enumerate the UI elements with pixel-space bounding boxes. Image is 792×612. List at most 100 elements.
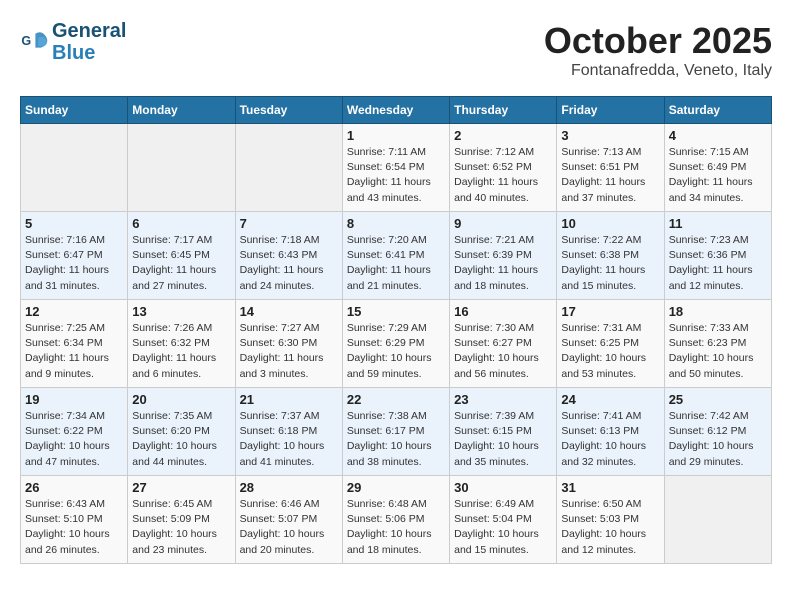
calendar-cell: 7 Sunrise: 7:18 AM Sunset: 6:43 PM Daylig… (235, 212, 342, 300)
calendar-cell: 5Sunrise: 7:16 AM Sunset: 6:47 PM Daylig… (21, 212, 128, 300)
day-info: Sunrise: 7:21 AM Sunset: 6:39 PM Dayligh… (454, 233, 552, 294)
day-info: Sunrise: 7:23 AM Sunset: 6:36 PM Dayligh… (669, 233, 767, 294)
calendar-cell: 13 Sunrise: 7:26 AM Sunset: 6:32 PM Dayli… (128, 300, 235, 388)
calendar-body: 1 Sunrise: 7:11 AM Sunset: 6:54 PM Daylig… (21, 124, 772, 564)
day-number: 14 (240, 304, 338, 319)
calendar-cell: 11 Sunrise: 7:23 AM Sunset: 6:36 PM Dayli… (664, 212, 771, 300)
day-number: 26 (25, 480, 123, 495)
day-number: 6 (132, 216, 230, 231)
calendar-cell: 10Sunrise: 7:22 AM Sunset: 6:38 PM Dayli… (557, 212, 664, 300)
calendar-cell: 28Sunrise: 6:46 AM Sunset: 5:07 PM Dayli… (235, 476, 342, 564)
day-info: Sunrise: 7:38 AM Sunset: 6:17 PM Dayligh… (347, 409, 445, 470)
logo-line2: Blue (52, 42, 126, 64)
calendar-cell: 26 Sunrise: 6:43 AM Sunset: 5:10 PM Dayli… (21, 476, 128, 564)
day-info: Sunrise: 6:49 AM Sunset: 5:04 PM Dayligh… (454, 497, 552, 558)
logo-icon: G (20, 28, 48, 56)
calendar-cell: 31Sunrise: 6:50 AM Sunset: 5:03 PM Dayli… (557, 476, 664, 564)
day-info: Sunrise: 7:31 AM Sunset: 6:25 PM Dayligh… (561, 321, 659, 382)
calendar-cell: 22Sunrise: 7:38 AM Sunset: 6:17 PM Dayli… (342, 388, 449, 476)
page-header: G General Blue October 2025 Fontanafredd… (20, 20, 772, 80)
day-number: 27 (132, 480, 230, 495)
day-number: 19 (25, 392, 123, 407)
day-number: 20 (132, 392, 230, 407)
calendar-cell: 30 Sunrise: 6:49 AM Sunset: 5:04 PM Dayli… (450, 476, 557, 564)
svg-text:G: G (21, 34, 31, 48)
day-info: Sunrise: 7:26 AM Sunset: 6:32 PM Dayligh… (132, 321, 230, 382)
day-info: Sunrise: 7:29 AM Sunset: 6:29 PM Dayligh… (347, 321, 445, 382)
day-number: 25 (669, 392, 767, 407)
day-number: 2 (454, 128, 552, 143)
calendar-cell: 18Sunrise: 7:33 AM Sunset: 6:23 PM Dayli… (664, 300, 771, 388)
day-info: Sunrise: 7:41 AM Sunset: 6:13 PM Dayligh… (561, 409, 659, 470)
day-number: 23 (454, 392, 552, 407)
day-number: 13 (132, 304, 230, 319)
day-info: Sunrise: 7:18 AM Sunset: 6:43 PM Dayligh… (240, 233, 338, 294)
calendar-week-1: 1 Sunrise: 7:11 AM Sunset: 6:54 PM Daylig… (21, 124, 772, 212)
calendar-week-2: 5Sunrise: 7:16 AM Sunset: 6:47 PM Daylig… (21, 212, 772, 300)
calendar-header: SundayMondayTuesdayWednesdayThursdayFrid… (21, 97, 772, 124)
calendar-cell: 27 Sunrise: 6:45 AM Sunset: 5:09 PM Dayli… (128, 476, 235, 564)
day-number: 4 (669, 128, 767, 143)
day-number: 8 (347, 216, 445, 231)
title-block: October 2025 Fontanafredda, Veneto, Ital… (544, 20, 772, 80)
calendar-cell: 20 Sunrise: 7:35 AM Sunset: 6:20 PM Dayli… (128, 388, 235, 476)
day-number: 30 (454, 480, 552, 495)
day-info: Sunrise: 6:50 AM Sunset: 5:03 PM Dayligh… (561, 497, 659, 558)
weekday-header-monday: Monday (128, 97, 235, 124)
day-number: 7 (240, 216, 338, 231)
day-info: Sunrise: 6:48 AM Sunset: 5:06 PM Dayligh… (347, 497, 445, 558)
calendar-cell: 6 Sunrise: 7:17 AM Sunset: 6:45 PM Daylig… (128, 212, 235, 300)
day-number: 24 (561, 392, 659, 407)
logo: G General Blue (20, 20, 126, 64)
location: Fontanafredda, Veneto, Italy (544, 62, 772, 80)
calendar-cell: 3 Sunrise: 7:13 AM Sunset: 6:51 PM Daylig… (557, 124, 664, 212)
day-number: 29 (347, 480, 445, 495)
day-info: Sunrise: 7:35 AM Sunset: 6:20 PM Dayligh… (132, 409, 230, 470)
day-info: Sunrise: 7:13 AM Sunset: 6:51 PM Dayligh… (561, 145, 659, 206)
day-info: Sunrise: 7:16 AM Sunset: 6:47 PM Dayligh… (25, 233, 123, 294)
day-info: Sunrise: 7:15 AM Sunset: 6:49 PM Dayligh… (669, 145, 767, 206)
logo-line1: General (52, 20, 126, 42)
day-info: Sunrise: 7:20 AM Sunset: 6:41 PM Dayligh… (347, 233, 445, 294)
calendar-cell: 15 Sunrise: 7:29 AM Sunset: 6:29 PM Dayli… (342, 300, 449, 388)
calendar-cell: 12Sunrise: 7:25 AM Sunset: 6:34 PM Dayli… (21, 300, 128, 388)
weekday-header-friday: Friday (557, 97, 664, 124)
day-info: Sunrise: 7:34 AM Sunset: 6:22 PM Dayligh… (25, 409, 123, 470)
day-number: 16 (454, 304, 552, 319)
calendar-cell: 17Sunrise: 7:31 AM Sunset: 6:25 PM Dayli… (557, 300, 664, 388)
day-info: Sunrise: 7:27 AM Sunset: 6:30 PM Dayligh… (240, 321, 338, 382)
day-number: 9 (454, 216, 552, 231)
weekday-header-tuesday: Tuesday (235, 97, 342, 124)
calendar-cell (21, 124, 128, 212)
weekday-header-sunday: Sunday (21, 97, 128, 124)
weekday-header-saturday: Saturday (664, 97, 771, 124)
calendar-cell (128, 124, 235, 212)
day-number: 3 (561, 128, 659, 143)
day-info: Sunrise: 7:17 AM Sunset: 6:45 PM Dayligh… (132, 233, 230, 294)
calendar-cell (235, 124, 342, 212)
calendar-week-3: 12Sunrise: 7:25 AM Sunset: 6:34 PM Dayli… (21, 300, 772, 388)
calendar-cell: 29 Sunrise: 6:48 AM Sunset: 5:06 PM Dayli… (342, 476, 449, 564)
day-info: Sunrise: 7:11 AM Sunset: 6:54 PM Dayligh… (347, 145, 445, 206)
calendar-week-5: 26 Sunrise: 6:43 AM Sunset: 5:10 PM Dayli… (21, 476, 772, 564)
day-number: 10 (561, 216, 659, 231)
calendar-table: SundayMondayTuesdayWednesdayThursdayFrid… (20, 96, 772, 564)
calendar-cell (664, 476, 771, 564)
day-number: 28 (240, 480, 338, 495)
calendar-cell: 19 Sunrise: 7:34 AM Sunset: 6:22 PM Dayli… (21, 388, 128, 476)
day-info: Sunrise: 7:30 AM Sunset: 6:27 PM Dayligh… (454, 321, 552, 382)
day-info: Sunrise: 7:33 AM Sunset: 6:23 PM Dayligh… (669, 321, 767, 382)
day-number: 11 (669, 216, 767, 231)
weekday-header-wednesday: Wednesday (342, 97, 449, 124)
day-info: Sunrise: 6:45 AM Sunset: 5:09 PM Dayligh… (132, 497, 230, 558)
day-info: Sunrise: 6:43 AM Sunset: 5:10 PM Dayligh… (25, 497, 123, 558)
weekday-header-thursday: Thursday (450, 97, 557, 124)
weekday-header-row: SundayMondayTuesdayWednesdayThursdayFrid… (21, 97, 772, 124)
day-number: 1 (347, 128, 445, 143)
calendar-cell: 4 Sunrise: 7:15 AM Sunset: 6:49 PM Daylig… (664, 124, 771, 212)
day-number: 15 (347, 304, 445, 319)
calendar-cell: 8 Sunrise: 7:20 AM Sunset: 6:41 PM Daylig… (342, 212, 449, 300)
calendar-cell: 9 Sunrise: 7:21 AM Sunset: 6:39 PM Daylig… (450, 212, 557, 300)
day-number: 12 (25, 304, 123, 319)
day-info: Sunrise: 7:12 AM Sunset: 6:52 PM Dayligh… (454, 145, 552, 206)
